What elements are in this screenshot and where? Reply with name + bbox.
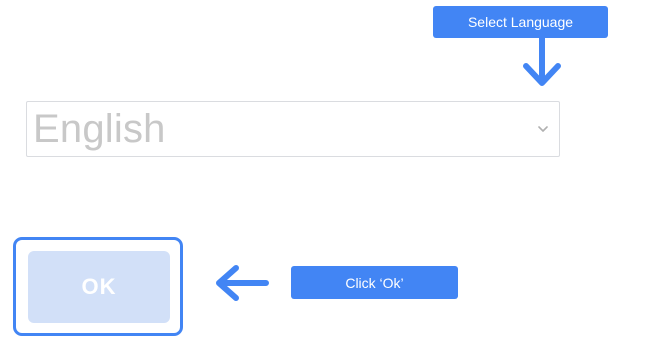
arrow-down-icon — [523, 36, 561, 86]
ok-button[interactable]: OK — [28, 251, 170, 323]
language-select[interactable]: English — [26, 101, 560, 157]
select-language-callout: Select Language — [433, 6, 608, 38]
chevron-down-icon — [538, 126, 548, 132]
language-select-value: English — [33, 106, 166, 151]
select-language-callout-text: Select Language — [467, 14, 574, 30]
click-ok-callout: Click ‘Ok’ — [291, 266, 458, 299]
arrow-left-icon — [216, 265, 269, 301]
click-ok-callout-text: Click ‘Ok’ — [345, 274, 404, 291]
